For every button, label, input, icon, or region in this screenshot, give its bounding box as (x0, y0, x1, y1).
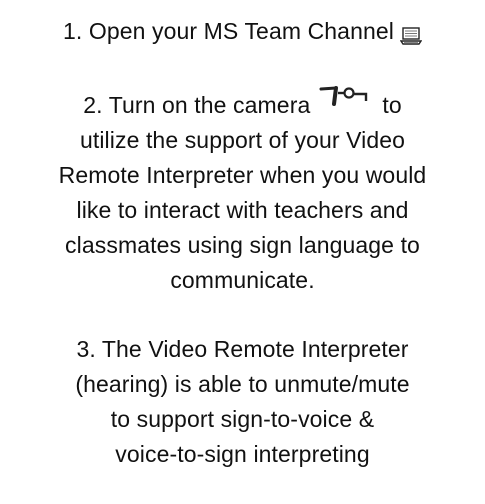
step-2-paragraph: 2. Turn on the camera to utilize the sup… (0, 85, 485, 298)
step-3-line-3: to support sign-to-voice & (110, 406, 375, 432)
camera-toggle-icon (318, 82, 378, 108)
step-2-text-start: 2. Turn on the camera (83, 92, 311, 118)
laptop-icon (399, 21, 423, 45)
step-3-paragraph: 3. The Video Remote Interpreter (hearing… (0, 332, 485, 472)
step-1-line-1: 1. Open your MS Team Channel (0, 14, 485, 49)
step-2-line-6: communicate. (170, 267, 315, 293)
instructions-document: 1. Open your MS Team Channel 2. Turn on … (0, 0, 485, 504)
step-2-text-to: to (382, 92, 402, 118)
step-3-line-4: voice-to-sign interpreting (115, 441, 370, 467)
step-3-line-2: (hearing) is able to unmute/mute (75, 371, 410, 397)
step-1-text: 1. Open your MS Team Channel (63, 18, 394, 44)
step-2-line-4: like to interact with teachers and (76, 197, 409, 223)
step-2-line-5: classmates using sign language to (65, 232, 420, 258)
step-1-paragraph: 1. Open your MS Team Channel (0, 14, 485, 49)
step-3-line-1: 3. The Video Remote Interpreter (76, 336, 409, 362)
step-2-line-2: utilize the support of your Video (79, 127, 406, 153)
step-2-line-1: 2. Turn on the camera to (0, 85, 485, 123)
step-2-line-3: Remote Interpreter when you would (58, 162, 427, 188)
